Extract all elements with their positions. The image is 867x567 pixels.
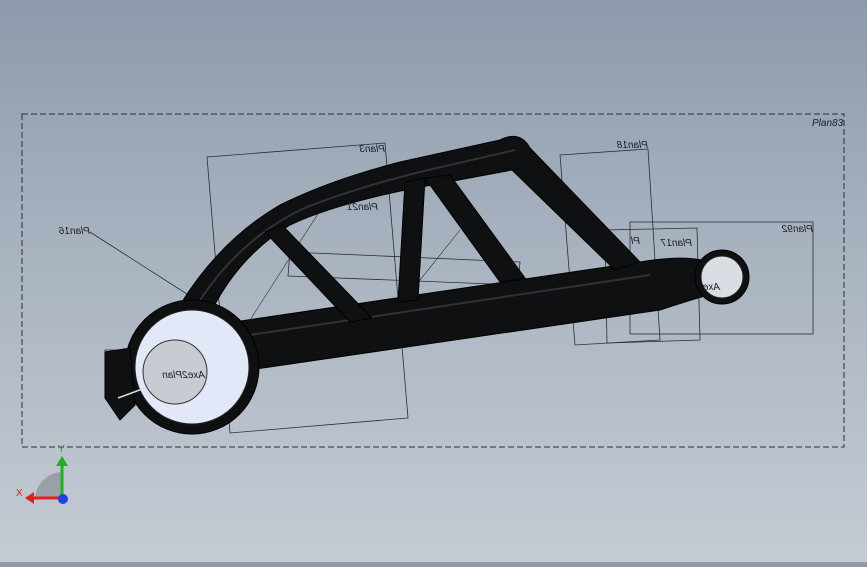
strut-middle[interactable] bbox=[397, 177, 426, 303]
label-plan-fragment: Pl bbox=[630, 236, 640, 247]
label-axe2plan: Axe2Plan bbox=[162, 370, 206, 381]
label-axe-small: Axe bbox=[702, 282, 721, 293]
bounding-box-label: Plan83 bbox=[812, 118, 844, 129]
cad-viewport[interactable]: Plan83 Plan3 Plan18 Plan16 Plan21 Plan17… bbox=[0, 0, 867, 562]
triad-y-label: Y bbox=[58, 444, 65, 455]
triad-y-arrow bbox=[56, 456, 68, 466]
triad-x-label: X bbox=[16, 488, 23, 499]
label-plan16: Plan16 bbox=[58, 226, 90, 237]
triad-x-arrow bbox=[25, 492, 34, 504]
model-canvas[interactable]: Plan83 Plan3 Plan18 Plan16 Plan21 Plan17… bbox=[0, 0, 867, 562]
label-plan17: Plan17 bbox=[660, 238, 692, 249]
label-plan3: Plan3 bbox=[359, 144, 385, 155]
triad-plane bbox=[35, 472, 62, 498]
label-plan18: Plan18 bbox=[616, 140, 648, 151]
label-plan92: Plan92 bbox=[781, 224, 813, 235]
bushing-tab[interactable] bbox=[104, 347, 136, 421]
label-plan21: Plan21 bbox=[347, 202, 378, 213]
orientation-triad[interactable]: X Y bbox=[16, 444, 68, 504]
triad-z-axis bbox=[58, 494, 68, 504]
strut-left[interactable] bbox=[264, 224, 374, 323]
strut-right[interactable] bbox=[424, 174, 526, 283]
